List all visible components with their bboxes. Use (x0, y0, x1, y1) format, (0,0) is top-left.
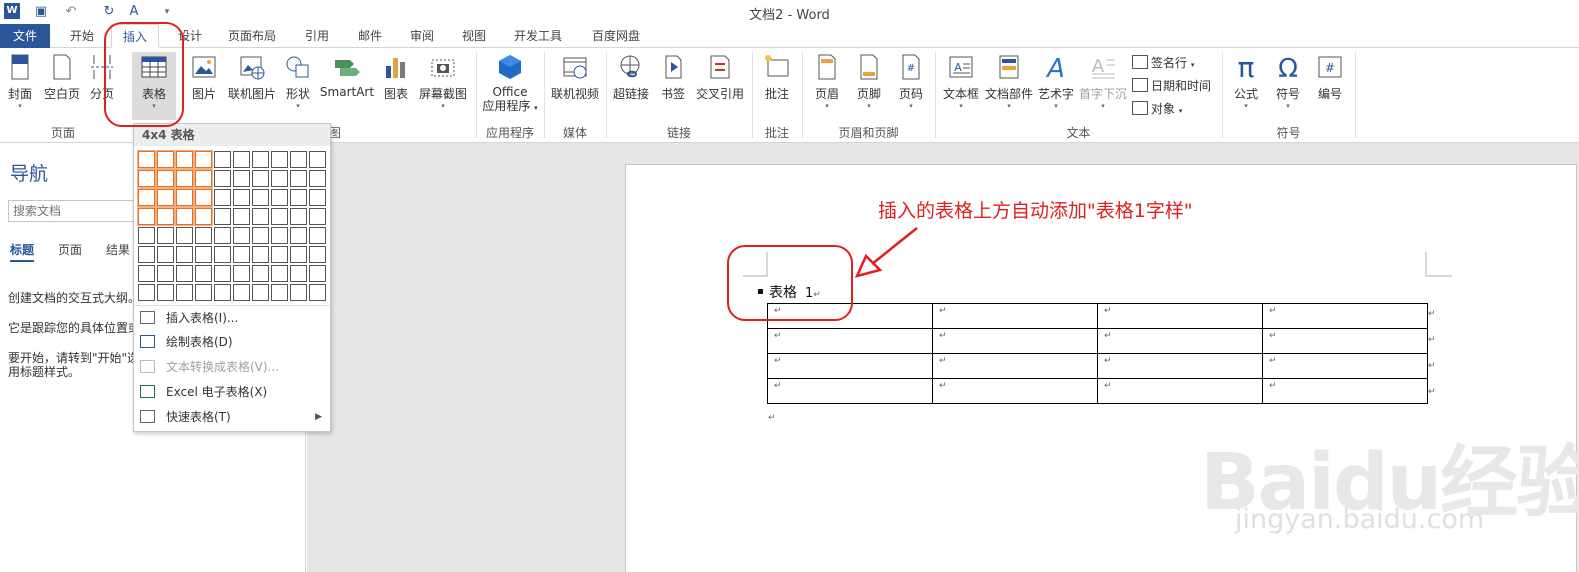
annotation-arrow-icon (854, 227, 918, 278)
